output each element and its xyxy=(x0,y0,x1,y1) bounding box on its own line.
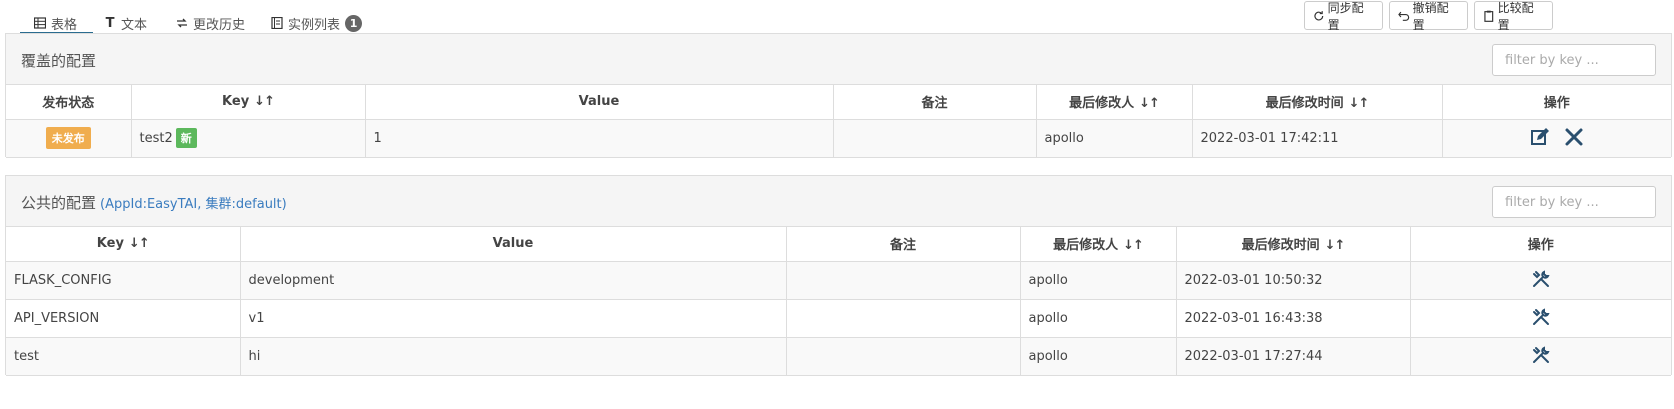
compare-config-button[interactable]: 比较配置 xyxy=(1474,1,1553,32)
value-cell: 1 xyxy=(364,118,834,158)
public-panel-subtitle: (AppId:EasyTAI, 集群:default) xyxy=(100,197,287,212)
public-config-table: Key ↓↑ Value 备注 最后修改人 ↓↑ 最后修改时间 ↓↑ 操作 FLASK… xyxy=(6,227,1671,376)
delete-icon[interactable] xyxy=(1563,126,1585,148)
tab-bar: 表格 T 文本 更改历史 实例列表 1 同步配置 撤销配置 比较配置 xyxy=(0,0,1674,36)
sort-icon[interactable]: ↓↑ xyxy=(129,236,150,251)
override-tool-icon[interactable] xyxy=(1530,306,1552,328)
modifier-cell: apollo xyxy=(1019,336,1177,376)
key-cell: test xyxy=(6,336,241,376)
instance-list-icon xyxy=(271,17,283,29)
comment-cell xyxy=(785,260,1021,300)
col-comment: 备注 xyxy=(832,85,1037,120)
sort-icon[interactable]: ↓↑ xyxy=(1123,238,1144,253)
col-value: Value xyxy=(239,227,787,262)
tab-history[interactable]: 更改历史 xyxy=(176,12,245,34)
override-tool-icon[interactable] xyxy=(1530,268,1552,290)
tab-text[interactable]: T 文本 xyxy=(104,12,147,34)
modifier-cell: apollo xyxy=(1019,298,1177,338)
undo-icon xyxy=(1398,11,1410,21)
edit-icon[interactable] xyxy=(1529,126,1551,148)
value-cell: v1 xyxy=(239,298,787,338)
time-cell: 2022-03-01 16:43:38 xyxy=(1175,298,1411,338)
comment-cell xyxy=(832,118,1037,158)
public-panel-header: 公共的配置 (AppId:EasyTAI, 集群:default) xyxy=(6,176,1671,227)
public-config-panel: 公共的配置(AppId:EasyTAI, 集群:default) Key↓↑ V… xyxy=(5,175,1672,376)
override-config-panel: 覆盖的配置 发布状态 Key↓↑ Value 备注 最后修改人↓↑ 最后修改时间… xyxy=(5,33,1672,158)
col-value: Value xyxy=(364,85,834,120)
tab-table[interactable]: 表格 xyxy=(34,12,77,34)
value-cell: hi xyxy=(239,336,787,376)
key-cell: API_VERSION xyxy=(6,298,241,338)
sort-icon[interactable]: ↓↑ xyxy=(254,94,275,109)
tab-table-label: 表格 xyxy=(51,17,78,33)
col-op: 操作 xyxy=(1441,85,1671,120)
col-modifier[interactable]: 最后修改人 ↓↑ xyxy=(1035,85,1193,120)
status-badge: 未发布 xyxy=(45,127,91,149)
table-row: API_VERSION v1 apollo 2022-03-01 16:43:3… xyxy=(6,298,1671,338)
col-modifier[interactable]: 最后修改人 ↓↑ xyxy=(1019,227,1177,262)
col-comment: 备注 xyxy=(785,227,1021,262)
time-cell: 2022-03-01 17:42:11 xyxy=(1191,118,1443,158)
override-panel-title: 覆盖的配置 xyxy=(21,52,97,70)
col-time[interactable]: 最后修改时间 ↓↑ xyxy=(1175,227,1411,262)
table-row: test hi apollo 2022-03-01 17:27:44 xyxy=(6,336,1671,376)
revoke-config-button[interactable]: 撤销配置 xyxy=(1389,1,1468,32)
new-badge: 新 xyxy=(175,128,197,148)
comment-cell xyxy=(785,336,1021,376)
col-op: 操作 xyxy=(1409,227,1671,262)
key-cell: FLASK_CONFIG xyxy=(6,260,241,300)
table-row: 未发布 test2 新 1 apollo 2022-03-01 17:42:11 xyxy=(6,118,1671,158)
instance-count-badge: 1 xyxy=(345,14,363,32)
override-tool-icon[interactable] xyxy=(1530,344,1552,366)
override-config-table: 发布状态 Key ↓↑ Value 备注 最后修改人 ↓↑ 最后修改时间 ↓↑ 操作 … xyxy=(6,85,1671,158)
comment-cell xyxy=(785,298,1021,338)
table-icon xyxy=(34,17,46,29)
tab-history-label: 更改历史 xyxy=(193,17,246,33)
tab-instances[interactable]: 实例列表 1 xyxy=(271,12,363,34)
sort-icon[interactable]: ↓↑ xyxy=(1325,238,1346,253)
modifier-cell: apollo xyxy=(1019,260,1177,300)
tab-text-label: 文本 xyxy=(121,17,148,33)
key-cell: test2 xyxy=(139,131,173,146)
override-filter-input[interactable] xyxy=(1492,44,1656,76)
clipboard-icon xyxy=(1484,10,1494,22)
sync-config-button[interactable]: 同步配置 xyxy=(1304,1,1383,32)
modifier-cell: apollo xyxy=(1035,118,1193,158)
col-time[interactable]: 最后修改时间 ↓↑ xyxy=(1191,85,1443,120)
time-cell: 2022-03-01 17:27:44 xyxy=(1175,336,1411,376)
col-status: 发布状态 xyxy=(6,85,132,120)
time-cell: 2022-03-01 10:50:32 xyxy=(1175,260,1411,300)
sync-icon xyxy=(1314,10,1324,20)
col-key[interactable]: Key ↓↑ xyxy=(6,227,241,262)
value-cell: development xyxy=(239,260,787,300)
col-key[interactable]: Key ↓↑ xyxy=(130,85,366,120)
public-filter-input[interactable] xyxy=(1492,186,1656,218)
public-panel-title: 公共的配置 (AppId:EasyTAI, 集群:default) xyxy=(21,194,287,212)
override-panel-header: 覆盖的配置 xyxy=(6,34,1671,85)
tab-instances-label: 实例列表 xyxy=(288,17,341,33)
history-icon xyxy=(176,17,188,29)
sort-icon[interactable]: ↓↑ xyxy=(1349,96,1370,111)
table-row: FLASK_CONFIG development apollo 2022-03-… xyxy=(6,260,1671,300)
sort-icon[interactable]: ↓↑ xyxy=(1139,96,1160,111)
text-icon: T xyxy=(105,15,115,31)
